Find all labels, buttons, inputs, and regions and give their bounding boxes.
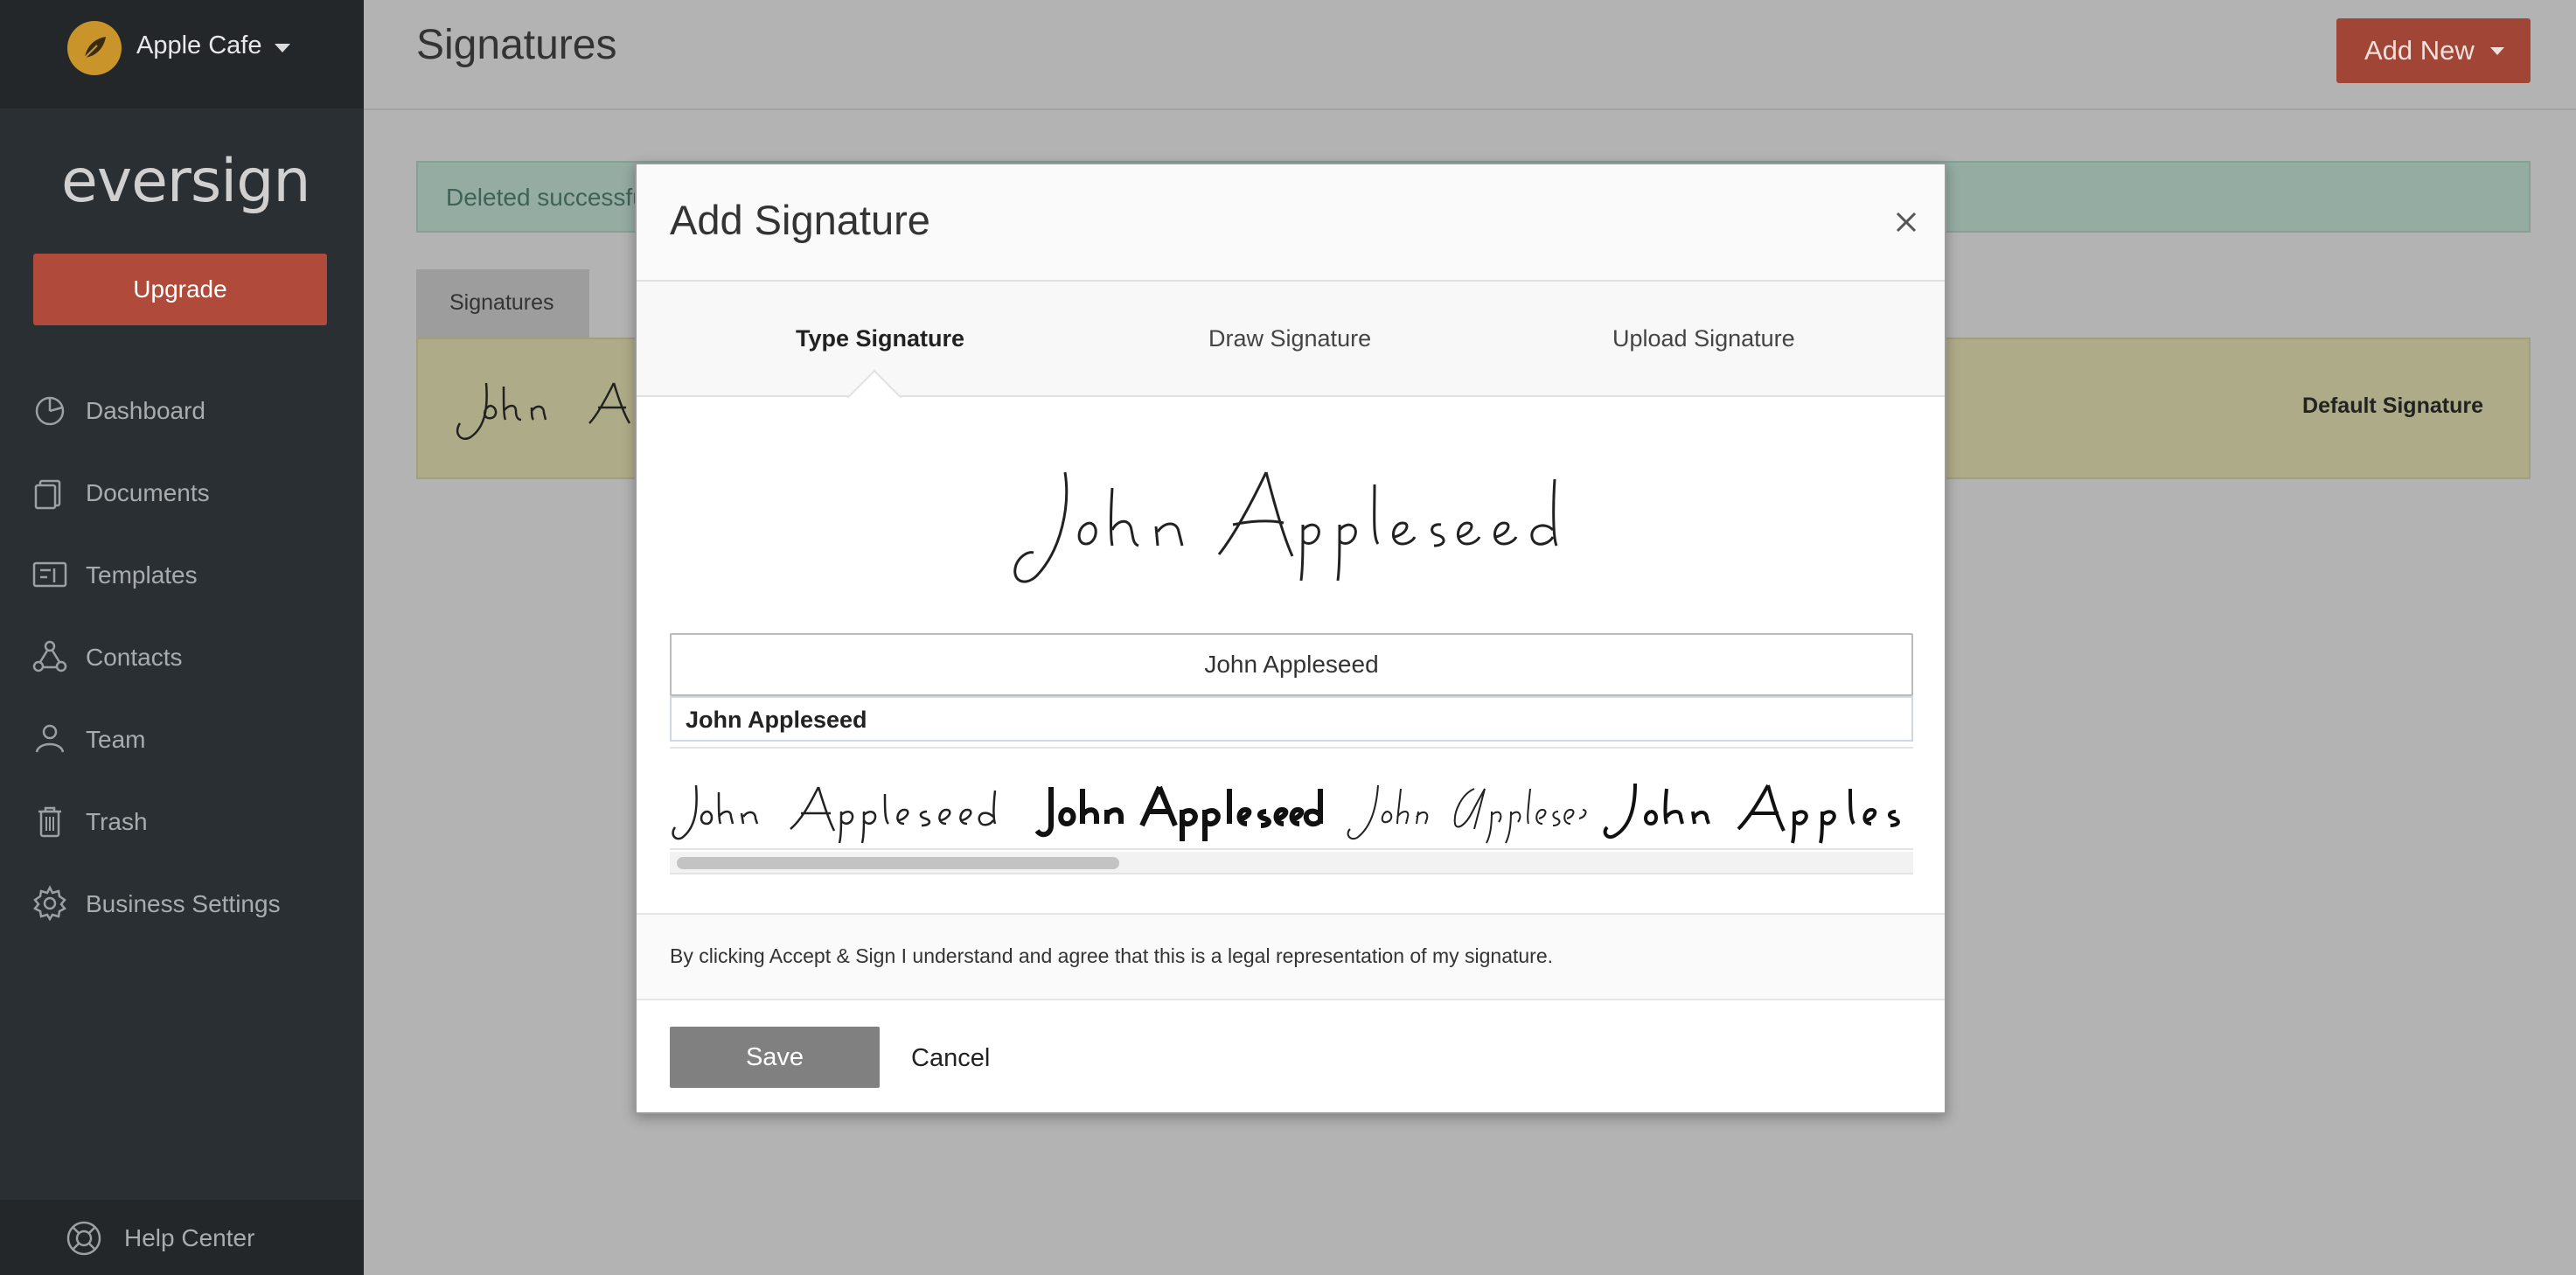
page-title: Signatures	[416, 22, 617, 68]
signature-name-input[interactable]	[670, 633, 1913, 696]
cancel-button[interactable]: Cancel	[911, 1044, 990, 1073]
font-option-script-3[interactable]	[1343, 777, 1588, 847]
sidebar-item-dashboard[interactable]: Dashboard	[0, 367, 364, 449]
modal-header: Add Signature	[637, 164, 1945, 282]
signature-type-tabs: Type Signature Draw Signature Upload Sig…	[637, 282, 1945, 397]
sidebar-item-trash[interactable]: Trash	[0, 778, 364, 860]
close-icon[interactable]	[1890, 206, 1922, 238]
sidebar-item-label: Templates	[86, 561, 198, 589]
gear-icon	[33, 885, 66, 922]
leaf-icon	[84, 37, 106, 59]
trash-icon	[38, 806, 61, 838]
font-style-picker	[670, 777, 1913, 850]
save-button[interactable]: Save	[670, 1027, 880, 1088]
font-option-script-1[interactable]	[670, 777, 1002, 847]
tab-signatures[interactable]: Signatures	[416, 269, 589, 338]
suggestion-text: John Appleseed	[686, 707, 867, 733]
tab-label: Signatures	[449, 290, 554, 315]
font-strip-scrollbar[interactable]	[670, 852, 1913, 874]
sidebar-item-label: Business Settings	[86, 890, 281, 917]
add-new-button[interactable]: Add New	[2336, 18, 2531, 83]
help-center-label: Help Center	[124, 1224, 255, 1251]
add-new-label: Add New	[2364, 35, 2475, 66]
tab-draw-signature[interactable]: Draw Signature	[1208, 325, 1371, 352]
legal-text: By clicking Accept & Sign I understand a…	[670, 944, 1554, 967]
upgrade-button[interactable]: Upgrade	[33, 254, 327, 325]
sidebar-item-label: Dashboard	[86, 397, 205, 424]
tab-type-signature[interactable]: Type Signature	[796, 325, 964, 352]
legal-notice: By clicking Accept & Sign I understand a…	[637, 913, 1945, 1000]
company-name[interactable]: Apple Cafe	[136, 31, 262, 60]
alert-text: Deleted successfu	[446, 184, 646, 211]
brand-logo[interactable]: eversign	[61, 147, 310, 216]
company-logo	[67, 21, 122, 75]
lifebuoy-icon	[66, 1221, 101, 1256]
sidebar-item-business-settings[interactable]: Business Settings	[0, 860, 364, 943]
sidebar-item-label: Trash	[86, 808, 148, 835]
header-divider	[364, 108, 2576, 110]
sidebar-item-team[interactable]: Team	[0, 696, 364, 778]
documents-icon	[34, 479, 61, 510]
pie-chart-icon	[35, 396, 65, 426]
font-option-script-2[interactable]	[1028, 777, 1326, 847]
sidebar: Apple Cafe eversign Upgrade Dashboard Do…	[0, 0, 364, 1275]
chevron-down-icon	[2490, 47, 2504, 55]
add-signature-modal: Add Signature Type Signature Draw Signat…	[635, 163, 1946, 1114]
templates-icon	[32, 561, 67, 588]
chevron-down-icon[interactable]	[275, 44, 290, 52]
tab-upload-signature[interactable]: Upload Signature	[1612, 325, 1795, 352]
signature-preview	[1013, 471, 1558, 583]
sidebar-item-label: Contacts	[86, 644, 183, 671]
team-icon	[35, 724, 65, 753]
sidebar-item-label: Documents	[86, 479, 210, 506]
contacts-icon	[32, 640, 67, 672]
font-option-script-4[interactable]	[1602, 777, 1913, 847]
sidebar-item-contacts[interactable]: Contacts	[0, 614, 364, 696]
default-signature-label: Default Signature	[2302, 394, 2483, 418]
scrollbar-thumb[interactable]	[677, 857, 1119, 869]
sidebar-item-templates[interactable]: Templates	[0, 532, 364, 614]
sidebar-item-label: Team	[86, 726, 146, 753]
autocomplete-suggestion[interactable]: John Appleseed	[670, 696, 1913, 742]
company-switcher[interactable]: Apple Cafe	[0, 0, 364, 108]
modal-title: Add Signature	[670, 197, 930, 243]
help-center-link[interactable]: Help Center	[0, 1200, 364, 1275]
sidebar-item-documents[interactable]: Documents	[0, 449, 364, 532]
divider	[670, 747, 1913, 749]
